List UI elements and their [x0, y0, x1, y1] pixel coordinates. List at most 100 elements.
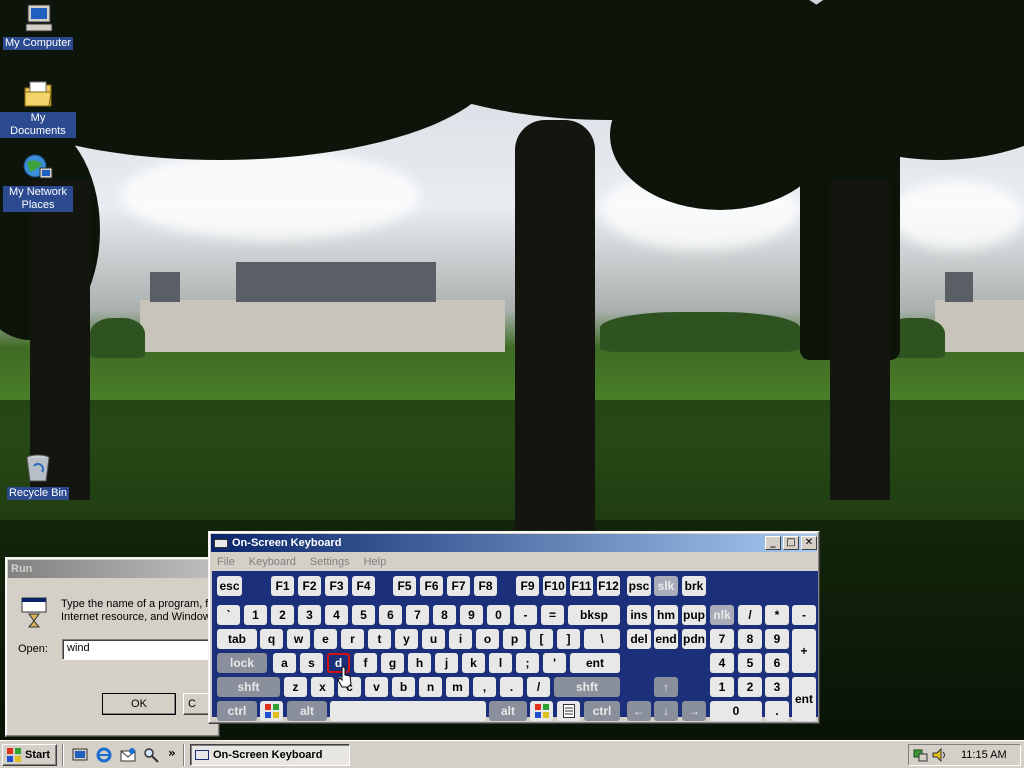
key-quote[interactable]: ' [543, 653, 566, 673]
key-comma[interactable]: , [473, 677, 496, 697]
key-f9[interactable]: F9 [516, 576, 539, 596]
key-kp-star[interactable]: * [765, 605, 789, 625]
key-kp-dot[interactable]: . [765, 701, 789, 721]
key-kp-6[interactable]: 6 [765, 653, 789, 673]
outlook-express-icon[interactable] [120, 747, 136, 763]
key-kp-slash[interactable]: / [738, 605, 762, 625]
search-icon[interactable] [143, 747, 159, 763]
key-e[interactable]: e [314, 629, 337, 649]
key-tab[interactable]: tab [217, 629, 257, 649]
clock[interactable]: 11:15 AM [961, 749, 1007, 761]
key-arrow-right[interactable]: → [682, 701, 706, 721]
key-f2[interactable]: F2 [298, 576, 321, 596]
key-a[interactable]: a [273, 653, 296, 673]
key-f4[interactable]: F4 [352, 576, 375, 596]
key-x[interactable]: x [311, 677, 334, 697]
key-b[interactable]: b [392, 677, 415, 697]
key-v[interactable]: v [365, 677, 388, 697]
key-arrow-left[interactable]: ← [627, 701, 651, 721]
key-pagedown[interactable]: pdn [682, 629, 706, 649]
key-kp-0[interactable]: 0 [710, 701, 762, 721]
key-semicolon[interactable]: ; [516, 653, 539, 673]
key-8[interactable]: 8 [433, 605, 456, 625]
key-o[interactable]: o [476, 629, 499, 649]
key-r[interactable]: r [341, 629, 364, 649]
key-w[interactable]: w [287, 629, 310, 649]
key-capslock[interactable]: lock [217, 653, 267, 673]
key-numlock[interactable]: nlk [710, 605, 734, 625]
key-arrow-down[interactable]: ↓ [654, 701, 678, 721]
open-input[interactable]: wind [62, 639, 222, 660]
key-4[interactable]: 4 [325, 605, 348, 625]
key-backslash[interactable]: \ [584, 629, 620, 649]
key-s[interactable]: s [300, 653, 323, 673]
key-t[interactable]: t [368, 629, 391, 649]
key-f5[interactable]: F5 [393, 576, 416, 596]
key-kp-1[interactable]: 1 [710, 677, 734, 697]
key-i[interactable]: i [449, 629, 472, 649]
desktop-icon-my-computer[interactable]: My Computer [0, 2, 76, 50]
internet-explorer-icon[interactable] [96, 747, 112, 763]
ok-button[interactable]: OK [102, 693, 176, 715]
key-windows-left[interactable] [260, 701, 283, 721]
key-l[interactable]: l [489, 653, 512, 673]
osk-titlebar[interactable]: On-Screen Keyboard _ □ ✕ [211, 534, 817, 552]
key-right-bracket[interactable]: ] [557, 629, 580, 649]
quick-launch-chevron[interactable]: » [168, 746, 176, 760]
key-f10[interactable]: F10 [543, 576, 566, 596]
key-ctrl-right[interactable]: ctrl [584, 701, 620, 721]
key-period[interactable]: . [500, 677, 523, 697]
key-f7[interactable]: F7 [447, 576, 470, 596]
key-ins[interactable]: ins [627, 605, 651, 625]
key-2[interactable]: 2 [271, 605, 294, 625]
key-kp-enter[interactable]: ent [792, 677, 816, 721]
key-0[interactable]: 0 [487, 605, 510, 625]
key-alt-left[interactable]: alt [287, 701, 327, 721]
key-u[interactable]: u [422, 629, 445, 649]
key-1[interactable]: 1 [244, 605, 267, 625]
key-kp-minus[interactable]: - [792, 605, 816, 625]
key-minus[interactable]: - [514, 605, 537, 625]
key-k[interactable]: k [462, 653, 485, 673]
key-f1[interactable]: F1 [271, 576, 294, 596]
key-j[interactable]: j [435, 653, 458, 673]
minimize-button[interactable]: _ [765, 536, 781, 550]
key-pageup[interactable]: pup [682, 605, 706, 625]
key-f12[interactable]: F12 [597, 576, 620, 596]
show-desktop-icon[interactable] [72, 747, 88, 763]
key-kp-plus[interactable]: + [792, 629, 816, 673]
start-button[interactable]: Start [2, 744, 57, 766]
key-kp-5[interactable]: 5 [738, 653, 762, 673]
key-f8[interactable]: F8 [474, 576, 497, 596]
key-esc[interactable]: esc [217, 576, 242, 596]
key-3[interactable]: 3 [298, 605, 321, 625]
key-kp-2[interactable]: 2 [738, 677, 762, 697]
sound-tray-icon[interactable] [931, 747, 947, 763]
network-tray-icon[interactable] [913, 747, 929, 763]
key-ctrl-left[interactable]: ctrl [217, 701, 257, 721]
key-f11[interactable]: F11 [570, 576, 593, 596]
key-menu[interactable] [557, 701, 580, 721]
key-shift-left[interactable]: shft [217, 677, 280, 697]
key-5[interactable]: 5 [352, 605, 375, 625]
key-brk[interactable]: brk [682, 576, 706, 596]
key-delete[interactable]: del [627, 629, 651, 649]
key-n[interactable]: n [419, 677, 442, 697]
key-7[interactable]: 7 [406, 605, 429, 625]
run-dialog-titlebar[interactable]: Run [8, 560, 217, 578]
key-f3[interactable]: F3 [325, 576, 348, 596]
menu-file[interactable]: File [217, 556, 235, 568]
key-y[interactable]: y [395, 629, 418, 649]
key-f6[interactable]: F6 [420, 576, 443, 596]
key-g[interactable]: g [381, 653, 404, 673]
key-left-bracket[interactable]: [ [530, 629, 553, 649]
key-alt-right[interactable]: alt [489, 701, 527, 721]
key-kp-7[interactable]: 7 [710, 629, 734, 649]
key-h[interactable]: h [408, 653, 431, 673]
key-m[interactable]: m [446, 677, 469, 697]
menu-help[interactable]: Help [364, 556, 387, 568]
key-f[interactable]: f [354, 653, 377, 673]
key-9[interactable]: 9 [460, 605, 483, 625]
key-space[interactable] [330, 701, 486, 721]
key-z[interactable]: z [284, 677, 307, 697]
